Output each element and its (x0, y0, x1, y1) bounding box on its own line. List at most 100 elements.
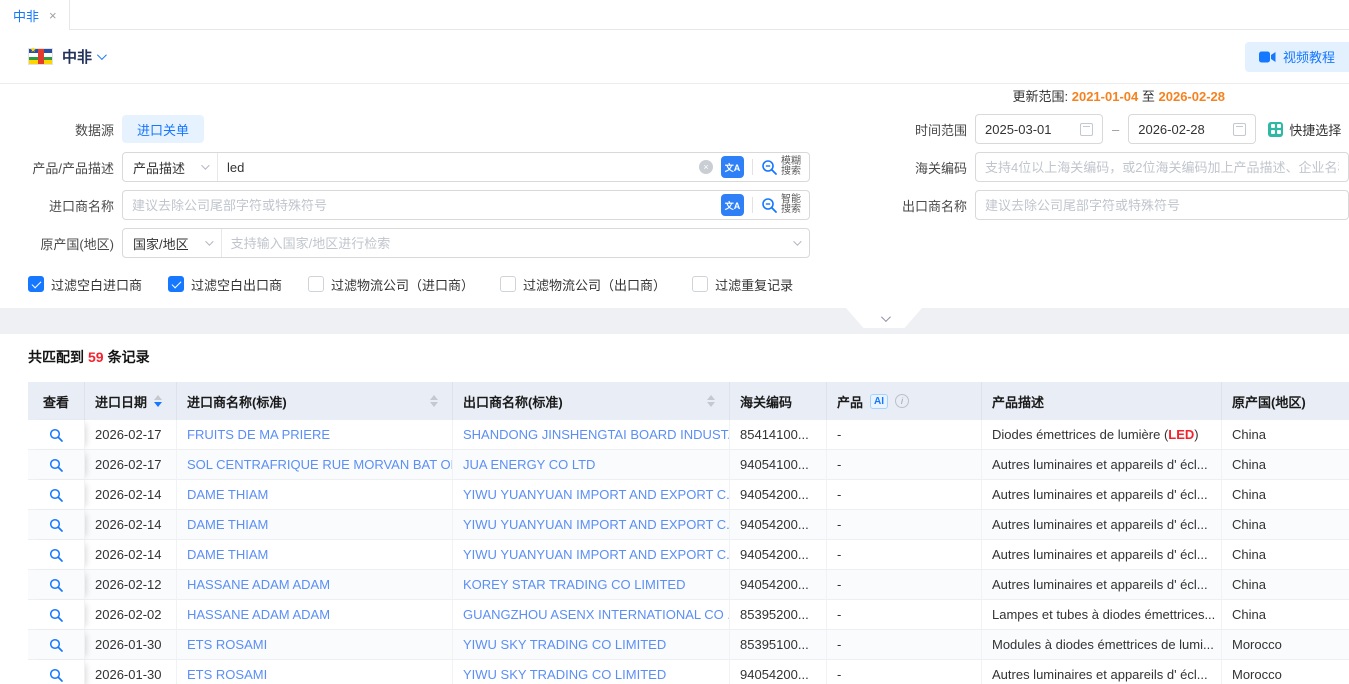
checkbox-unchecked-icon[interactable] (692, 276, 708, 292)
filter-checkbox[interactable]: 过滤物流公司（出口商） (500, 275, 666, 294)
importer-name-input[interactable] (123, 198, 721, 213)
importer-name-link[interactable]: DAME THIAM (187, 517, 268, 532)
view-magnifier-icon[interactable] (49, 458, 64, 473)
product-cell: - (827, 510, 982, 540)
exporter-name-input[interactable] (976, 198, 1348, 213)
importer-name-link[interactable]: HASSANE ADAM ADAM (187, 577, 330, 592)
start-date-input[interactable]: 2025-03-01 (975, 114, 1103, 144)
column-header-date[interactable]: 进口日期 (85, 382, 177, 420)
view-record-button[interactable] (28, 420, 85, 450)
exporter-name-link[interactable]: GUANGZHOU ASENX INTERNATIONAL CO ... (463, 607, 730, 622)
origin-type-select[interactable]: 国家/地区 (123, 229, 222, 257)
tab-bar: 中非 × (0, 0, 1349, 30)
sort-asc-icon[interactable] (430, 395, 438, 400)
filter-checkbox[interactable]: 过滤物流公司（进口商） (308, 275, 474, 294)
view-record-button[interactable] (28, 540, 85, 570)
sort-carets[interactable] (430, 395, 438, 407)
importer-name-link[interactable]: ETS ROSAMI (187, 637, 267, 652)
importer-name-link[interactable]: FRUITS DE MA PRIERE (187, 427, 330, 442)
fuzzy-search-label-2: 搜索 (781, 166, 801, 177)
sort-asc-icon[interactable] (154, 395, 162, 400)
exporter-name-link[interactable]: YIWU YUANYUAN IMPORT AND EXPORT C... (463, 517, 730, 532)
product-type-select[interactable]: 产品描述 (123, 153, 218, 181)
view-record-button[interactable] (28, 570, 85, 600)
importer-name-link[interactable]: DAME THIAM (187, 547, 268, 562)
country-name[interactable]: 中非 (62, 46, 92, 67)
exporter-name-link[interactable]: YIWU SKY TRADING CO LIMITED (463, 667, 666, 682)
exporter-name-link[interactable]: YIWU SKY TRADING CO LIMITED (463, 637, 666, 652)
chevron-down-icon[interactable] (793, 237, 801, 245)
filter-checkbox[interactable]: 过滤重复记录 (692, 275, 793, 294)
exporter-name-link[interactable]: YIWU YUANYUAN IMPORT AND EXPORT C... (463, 487, 730, 502)
view-record-button[interactable] (28, 600, 85, 630)
view-magnifier-icon[interactable] (49, 488, 64, 503)
filter-checkbox[interactable]: 过滤空白进口商 (28, 275, 142, 294)
video-tutorial-button[interactable]: 视频教程 (1245, 42, 1349, 72)
checkbox-checked-icon[interactable] (28, 276, 44, 292)
close-icon[interactable]: × (49, 9, 57, 22)
column-header-importer[interactable]: 进口商名称(标准) (177, 382, 453, 420)
sort-carets[interactable] (154, 395, 162, 407)
importer-name-link[interactable]: ETS ROSAMI (187, 667, 267, 682)
tab-central-africa[interactable]: 中非 × (0, 0, 70, 30)
view-record-button[interactable] (28, 660, 85, 684)
product-cell: - (827, 660, 982, 684)
sort-asc-icon[interactable] (707, 395, 715, 400)
tab-label[interactable]: 中非 (13, 6, 39, 25)
importer-name-link[interactable]: SOL CENTRAFRIQUE RUE MORVAN BAT OF... (187, 457, 453, 472)
import-date-cell: 2026-02-02 (85, 600, 177, 630)
info-icon[interactable]: i (895, 394, 909, 408)
exporter-name-link[interactable]: KOREY STAR TRADING CO LIMITED (463, 577, 685, 592)
exporter-name-link[interactable]: SHANDONG JINSHENGTAI BOARD INDUST... (463, 427, 730, 442)
origin-country-cell: China (1222, 420, 1349, 450)
hs-code-cell: 94054200... (730, 570, 827, 600)
translate-icon[interactable]: 文A (721, 194, 744, 216)
view-record-button[interactable] (28, 510, 85, 540)
description-text: Autres luminaires et appareils d' écl... (992, 517, 1208, 532)
view-record-button[interactable] (28, 450, 85, 480)
quick-select-button[interactable]: 快捷选择 (1268, 120, 1341, 139)
column-label: 查看 (43, 392, 69, 411)
origin-country-cell: China (1222, 570, 1349, 600)
sort-desc-icon[interactable] (154, 402, 162, 407)
view-record-button[interactable] (28, 630, 85, 660)
view-magnifier-icon[interactable] (49, 548, 64, 563)
checkbox-unchecked-icon[interactable] (500, 276, 516, 292)
sort-carets[interactable] (707, 395, 715, 407)
exporter-name-link[interactable]: JUA ENERGY CO LTD (463, 457, 595, 472)
column-header-exporter[interactable]: 出口商名称(标准) (453, 382, 730, 420)
origin-country-input[interactable] (222, 236, 793, 251)
smart-search-button[interactable]: 智能搜索 (761, 195, 809, 215)
chevron-down-icon[interactable] (97, 50, 107, 60)
import-declaration-button[interactable]: 进口关单 (122, 115, 204, 143)
view-magnifier-icon[interactable] (49, 518, 64, 533)
view-magnifier-icon[interactable] (49, 428, 64, 443)
import-date-cell: 2026-02-17 (85, 450, 177, 480)
import-date-cell: 2026-02-14 (85, 540, 177, 570)
view-record-button[interactable] (28, 480, 85, 510)
clear-input-icon[interactable]: × (699, 160, 713, 174)
hs-code-cell: 85395100... (730, 630, 827, 660)
collapse-form-handle[interactable] (846, 308, 922, 328)
sort-desc-icon[interactable] (430, 402, 438, 407)
fuzzy-search-button[interactable]: 模糊搜索 (761, 157, 809, 177)
view-magnifier-icon[interactable] (49, 668, 64, 683)
importer-name-link[interactable]: HASSANE ADAM ADAM (187, 607, 330, 622)
product-search-input[interactable] (218, 160, 699, 175)
importer-name-link[interactable]: DAME THIAM (187, 487, 268, 502)
view-magnifier-icon[interactable] (49, 638, 64, 653)
exporter-name-link[interactable]: YIWU YUANYUAN IMPORT AND EXPORT C... (463, 547, 730, 562)
filter-checkbox[interactable]: 过滤空白出口商 (168, 275, 282, 294)
checkbox-unchecked-icon[interactable] (308, 276, 324, 292)
import-date-cell: 2026-01-30 (85, 630, 177, 660)
checkbox-checked-icon[interactable] (168, 276, 184, 292)
product-description-cell: Autres luminaires et appareils d' écl... (982, 450, 1222, 480)
video-tutorial-label: 视频教程 (1283, 47, 1335, 66)
view-magnifier-icon[interactable] (49, 578, 64, 593)
sort-desc-icon[interactable] (707, 402, 715, 407)
translate-icon[interactable]: 文A (721, 156, 744, 178)
end-date-input[interactable]: 2026-02-28 (1128, 114, 1256, 144)
hs-code-input[interactable] (976, 160, 1348, 175)
view-magnifier-icon[interactable] (49, 608, 64, 623)
end-date-value: 2026-02-28 (1138, 122, 1205, 137)
